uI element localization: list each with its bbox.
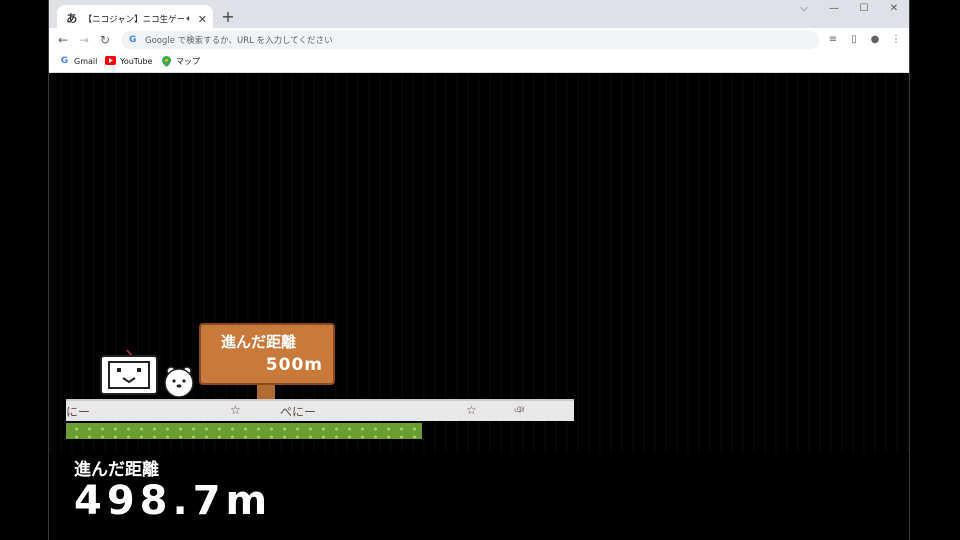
profile-avatar-icon[interactable]: ●	[867, 32, 883, 48]
reading-list-icon[interactable]: ≡	[825, 32, 841, 48]
bookmark-gmail[interactable]: G Gmail	[59, 56, 98, 67]
comment-ticker: にー ☆ ぺにー ☆ ঞ	[66, 399, 574, 421]
new-tab-button[interactable]: +	[219, 8, 237, 26]
bookmark-label: YouTube	[120, 57, 153, 66]
bookmark-label: マップ	[176, 57, 200, 66]
bookmark-maps[interactable]: マップ	[161, 56, 200, 67]
bear-character-icon	[164, 366, 194, 398]
grass-ground	[66, 423, 422, 439]
bookmark-youtube[interactable]: YouTube	[105, 56, 153, 67]
ticker-item: ぺにー	[280, 405, 317, 419]
tab-title: 【ニコジャン】ニコ生ゲーム練習枠	[83, 15, 185, 25]
minimize-button[interactable]: —	[819, 3, 849, 14]
menu-kebab-icon[interactable]: ⋮	[888, 32, 904, 48]
ticker-item: ঞ	[514, 405, 525, 416]
bookmarks-bar: G Gmail YouTube マップ	[49, 53, 909, 73]
distance-label: 進んだ距離	[74, 460, 159, 480]
back-arrow-icon[interactable]: ←	[55, 32, 71, 48]
omnibox[interactable]: G Google で検索するか、URL を入力してください	[121, 31, 819, 49]
reload-icon[interactable]: ↻	[97, 32, 113, 48]
nav-toolbar: ← → ↻ G Google で検索するか、URL を入力してください ≡ ▯ …	[49, 28, 909, 53]
tab-search-icon[interactable]: ⌵	[789, 3, 819, 14]
ticker-star-icon: ☆	[230, 403, 241, 417]
distance-sign: 進んだ距離 500m	[199, 323, 335, 385]
tv-character-icon	[100, 350, 158, 395]
browser-window: あ 【ニコジャン】ニコ生ゲーム練習枠 🔈︎ ✕ + ⌵ — ☐ ✕ ← → ↻ …	[48, 0, 910, 540]
forward-arrow-icon[interactable]: →	[76, 32, 92, 48]
sign-label: 進んだ距離	[221, 333, 297, 351]
tab-close-icon[interactable]: ✕	[198, 13, 207, 26]
tab-favicon-icon: あ	[66, 12, 78, 25]
gmail-icon: G	[60, 56, 69, 66]
youtube-icon	[105, 56, 116, 67]
speaker-icon[interactable]: 🔈︎	[186, 14, 191, 24]
signpost-pole	[257, 383, 275, 399]
game-canvas[interactable]: 進んだ距離 500m にー ☆ ぺにー ☆ ঞ 進んだ距離 498.7m	[49, 73, 909, 540]
side-panel-icon[interactable]: ▯	[846, 32, 862, 48]
google-icon: G	[129, 35, 137, 45]
close-window-button[interactable]: ✕	[879, 3, 909, 14]
omnibox-placeholder: Google で検索するか、URL を入力してください	[145, 36, 333, 46]
maps-icon	[161, 56, 172, 67]
ticker-item: にー	[66, 405, 91, 419]
bookmark-label: Gmail	[74, 57, 98, 66]
maximize-button[interactable]: ☐	[849, 3, 879, 14]
sign-value: 500m	[265, 355, 323, 375]
ticker-star-icon: ☆	[466, 403, 477, 417]
distance-value: 498.7m	[74, 478, 273, 524]
